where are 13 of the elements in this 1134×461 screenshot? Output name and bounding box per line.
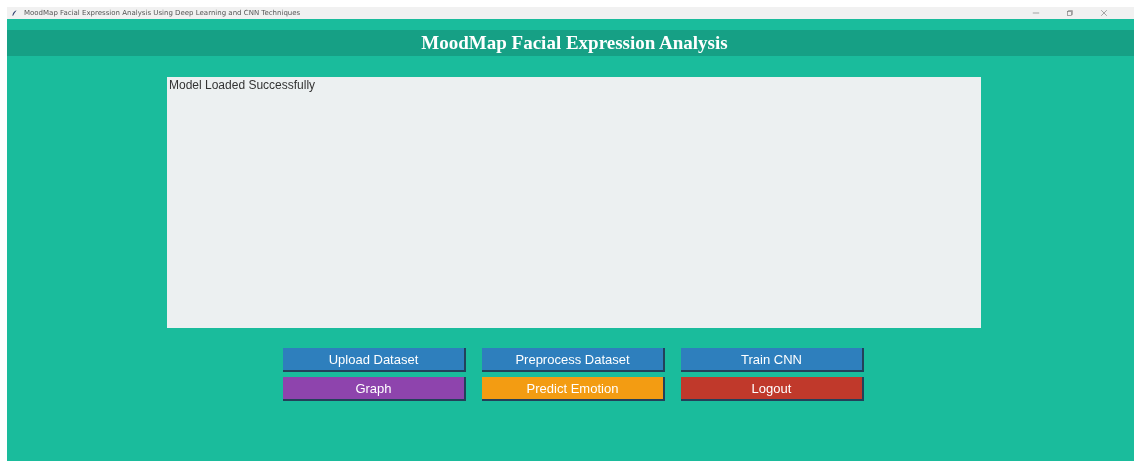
action-button[interactable]: Predict Emotion	[482, 377, 665, 401]
restore-icon[interactable]	[1066, 9, 1074, 17]
action-button[interactable]: Upload Dataset	[283, 348, 466, 372]
action-button[interactable]: Train CNN	[681, 348, 864, 372]
minimize-icon[interactable]	[1032, 9, 1040, 17]
close-icon[interactable]	[1100, 9, 1108, 17]
feather-icon	[11, 9, 18, 17]
action-button[interactable]: Preprocess Dataset	[482, 348, 665, 372]
app-title: MoodMap Facial Expression Analysis	[421, 32, 728, 54]
output-text: Model Loaded Successfully	[169, 78, 316, 92]
action-button[interactable]: Logout	[681, 377, 864, 401]
output-area[interactable]: Model Loaded Successfully	[167, 77, 981, 328]
action-button[interactable]: Graph	[283, 377, 466, 401]
